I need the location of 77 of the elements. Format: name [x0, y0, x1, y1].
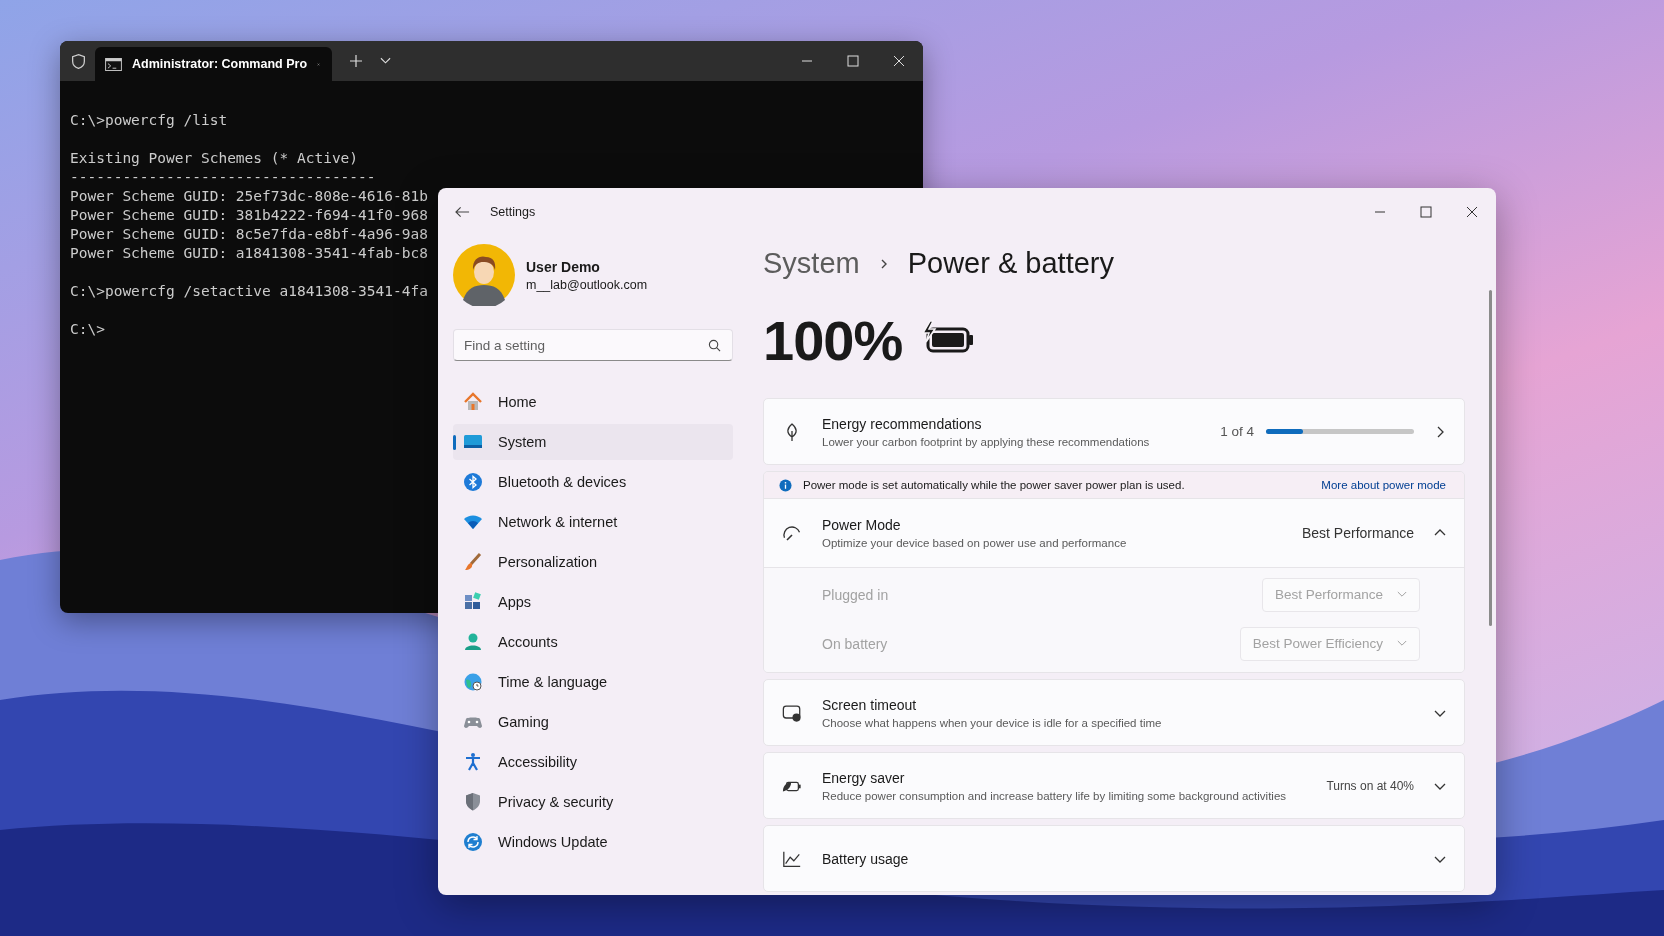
card-description: Reduce power consumption and increase battery life by limiting some background activities [822, 789, 1288, 802]
console-line: C:\>powercfg /setactive a1841308-3541-4fa [70, 282, 428, 301]
console-line: Power Scheme GUID: 25ef73dc-808e-4616-81b [70, 187, 428, 206]
search-field[interactable]: Find a setting [453, 329, 733, 361]
option-label: On battery [822, 635, 888, 652]
power-mode-value: Best Performance [1301, 525, 1414, 541]
card-title: Power Mode [822, 517, 902, 533]
home-icon [463, 392, 483, 412]
setting-card[interactable]: Screen timeout Choose what happens when your device is idle for a specified time [763, 679, 1465, 746]
close-icon[interactable] [1466, 206, 1478, 218]
option-label: Plugged in [822, 586, 889, 603]
power-mode-card[interactable]: Power Mode Optimize your device based on power use and performance Best Performance [764, 499, 1464, 567]
card-description: Choose what happens when your device is idle for a specified time [822, 716, 1163, 729]
console-line: Power Scheme GUID: a1841308-3541-4fab-bc8 [70, 244, 428, 263]
nav-item[interactable]: Time & language [453, 664, 733, 700]
setting-value: Turns on at 40% [1326, 778, 1414, 793]
page-title: Power & battery [907, 247, 1114, 280]
setting-card[interactable]: Battery usage [763, 825, 1465, 892]
accessibility-icon [463, 752, 483, 772]
card-title: Battery usage [822, 850, 910, 867]
info-link[interactable]: More about power mode [1321, 479, 1446, 491]
search-icon [708, 339, 721, 352]
console-line: ----------------------------------- [70, 168, 376, 187]
shield-icon [463, 792, 483, 812]
battery-percentage: 100% [763, 307, 903, 373]
card-description: Lower your carbon footprint by applying these recommendations [822, 435, 1151, 448]
setting-card[interactable]: Energy saver Reduce power consumption and increase battery life by limiting some background activities Turns on at 40% [763, 752, 1465, 819]
info-icon [779, 478, 792, 492]
terminal-tab[interactable]: Administrator: Command Pro [95, 47, 332, 81]
breadcrumb-parent[interactable]: System [763, 247, 860, 280]
info-text: Power mode is set automatically while the power saver power plan is used. [803, 479, 1186, 491]
console-line: Power Scheme GUID: 381b4222-f694-41f0-968 [70, 206, 428, 225]
nav-item[interactable]: Accounts [453, 624, 733, 660]
energy-recommendations-card[interactable]: Energy recommendations Lower your carbon footprint by applying these recommendations 1 of 4 [763, 398, 1465, 465]
nav-item[interactable]: System [453, 424, 733, 460]
person-icon [463, 632, 483, 652]
brush-icon [463, 552, 483, 572]
tab-title: Administrator: Command Pro [132, 57, 307, 71]
command-prompt-icon [105, 57, 122, 71]
maximize-icon[interactable] [1420, 206, 1432, 218]
user-name: User Demo [526, 258, 601, 275]
avatar [453, 244, 515, 306]
console-line: C:\> [70, 320, 105, 339]
card-title: Screen timeout [822, 696, 918, 713]
progress-text: 1 of 4 [1220, 424, 1254, 439]
card-title: Energy recommendations [822, 415, 983, 432]
nav-item[interactable]: Accessibility [453, 744, 733, 780]
plus-icon[interactable] [350, 55, 362, 67]
nav-item[interactable]: Home [453, 384, 733, 420]
nav-item[interactable]: Personalization [453, 544, 733, 580]
shield-icon [70, 52, 87, 70]
bluetooth-icon [463, 472, 483, 492]
console-line: C:\>powercfg /list [70, 111, 228, 130]
nav-item[interactable]: Windows Update [453, 824, 733, 860]
globe-clock-icon [463, 672, 483, 692]
selection-indicator [453, 435, 456, 450]
nav-item[interactable]: Apps [453, 584, 733, 620]
console-line: Existing Power Schemes (* Active) [70, 149, 359, 168]
nav-item[interactable]: Network & internet [453, 504, 733, 540]
card-title: Energy saver [822, 769, 906, 786]
scrollbar[interactable] [1489, 290, 1492, 626]
chevron-down-icon[interactable] [380, 57, 391, 65]
console-line: Power Scheme GUID: 8c5e7fda-e8bf-4a96-9a8 [70, 225, 428, 244]
card-description: Optimize your device based on power use and performance [822, 537, 1128, 549]
chevron-down-icon [1397, 591, 1407, 598]
user-email: m__lab@outlook.com [526, 277, 648, 292]
gauge-icon [782, 523, 802, 543]
window-title: Settings [490, 205, 536, 219]
apps-icon [463, 592, 483, 612]
charging-battery-icon [920, 320, 975, 354]
nav-item[interactable]: Bluetooth & devices [453, 464, 733, 500]
chevron-right-icon [879, 257, 888, 270]
sync-icon [463, 832, 483, 852]
back-arrow-icon[interactable] [455, 206, 470, 218]
chevron-down-icon [1397, 640, 1407, 647]
nav-item[interactable]: Privacy & security [453, 784, 733, 820]
nav-item[interactable]: Gaming [453, 704, 733, 740]
